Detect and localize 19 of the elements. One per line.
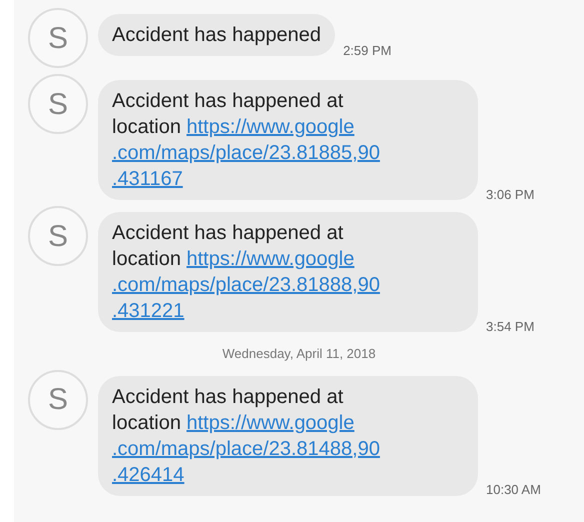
message-time: 10:30 AM [486, 481, 541, 499]
message-text: Accident has happened [112, 23, 322, 48]
avatar[interactable]: S [28, 8, 88, 68]
location-link[interactable]: .com/maps/place/23.81488,90 .426414 [112, 436, 464, 488]
location-link[interactable]: https://www.google [186, 116, 354, 138]
avatar[interactable]: S [28, 74, 88, 134]
avatar[interactable]: S [28, 370, 88, 430]
message-time: 2:59 PM [343, 42, 392, 60]
location-link[interactable]: .com/maps/place/23.81888,90 .431221 [112, 272, 464, 324]
date-separator: Wednesday, April 11, 2018 [222, 345, 376, 363]
avatar[interactable]: S [28, 206, 88, 266]
message-text: Accident has happened at location https://www.google .com/maps/place/23.81885,90 .431167 [112, 88, 464, 192]
location-link[interactable]: .com/maps/place/23.81885,90 .431167 [112, 140, 464, 192]
message-time: 3:54 PM [486, 318, 534, 336]
message-text: Accident has happened at location https://www.google .com/maps/place/23.81488,90 .426414 [112, 384, 464, 488]
message-time: 3:06 PM [486, 186, 534, 204]
location-link[interactable]: https://www.google [186, 412, 354, 434]
location-link[interactable]: https://www.google [186, 248, 354, 270]
message-text: Accident has happened at location https://www.google .com/maps/place/23.81888,90 .431221 [112, 220, 464, 324]
